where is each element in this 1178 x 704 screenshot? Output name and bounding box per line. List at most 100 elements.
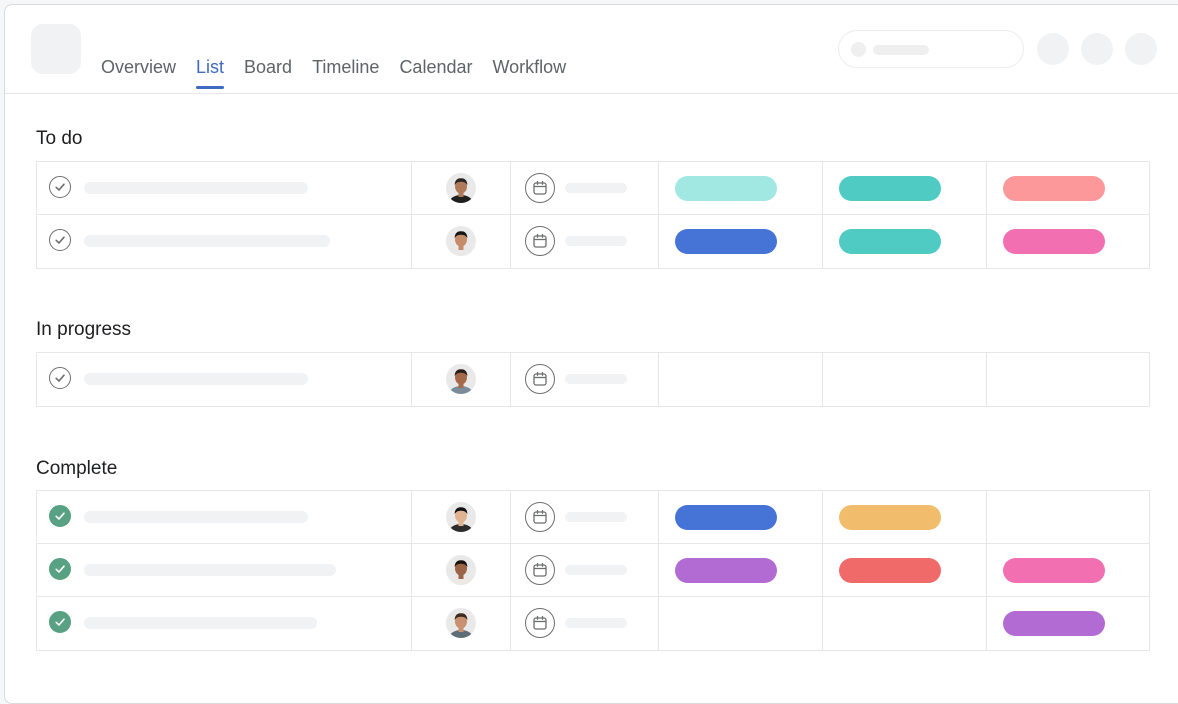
calendar-icon[interactable] — [525, 364, 555, 394]
tab-board[interactable]: Board — [244, 57, 292, 86]
tab-calendar[interactable]: Calendar — [399, 57, 472, 86]
avatar-woman-dark-hair — [446, 226, 476, 256]
tag-pill[interactable] — [839, 558, 941, 583]
tag-pill[interactable] — [1003, 558, 1105, 583]
tab-list[interactable]: List — [196, 57, 225, 89]
tag-cell[interactable] — [986, 544, 1150, 596]
due-date-cell[interactable] — [510, 597, 659, 650]
complete-check-icon[interactable] — [49, 229, 71, 251]
tag-pill[interactable] — [1003, 229, 1105, 254]
header-button-3[interactable] — [1125, 33, 1157, 65]
tag-cell[interactable] — [986, 162, 1150, 214]
calendar-icon[interactable] — [525, 555, 555, 585]
tag-cell[interactable] — [822, 215, 986, 268]
complete-check-icon[interactable] — [49, 505, 71, 527]
tag-cell[interactable] — [822, 491, 986, 543]
due-date-placeholder — [565, 512, 627, 522]
task-name-placeholder[interactable] — [84, 182, 308, 194]
due-date-placeholder — [565, 565, 627, 575]
task-name-placeholder[interactable] — [84, 564, 336, 576]
tag-pill[interactable] — [839, 176, 941, 201]
section-table-to-do — [36, 161, 1150, 269]
task-row[interactable] — [37, 597, 1149, 650]
tag-cell[interactable] — [822, 597, 986, 650]
project-header: Overview List Board Timeline Calendar Wo… — [5, 5, 1178, 94]
calendar-icon[interactable] — [525, 608, 555, 638]
task-name-placeholder[interactable] — [84, 511, 308, 523]
task-name-placeholder[interactable] — [84, 617, 317, 629]
calendar-icon[interactable] — [525, 173, 555, 203]
task-row[interactable] — [37, 215, 1149, 268]
section-title-to-do: To do — [36, 128, 83, 149]
assignee-cell[interactable] — [411, 597, 510, 650]
tag-cell[interactable] — [986, 597, 1150, 650]
task-name-placeholder[interactable] — [84, 235, 330, 247]
calendar-icon[interactable] — [525, 502, 555, 532]
avatar-woman-short-hair — [446, 502, 476, 532]
search-input[interactable] — [838, 30, 1024, 68]
tag-cell[interactable] — [986, 491, 1150, 543]
complete-check-icon[interactable] — [49, 176, 71, 198]
tag-pill[interactable] — [839, 505, 941, 530]
tag-cell[interactable] — [822, 162, 986, 214]
header-button-1[interactable] — [1037, 33, 1069, 65]
due-date-placeholder — [565, 618, 627, 628]
due-date-placeholder — [565, 183, 627, 193]
due-date-cell[interactable] — [510, 544, 659, 596]
task-row[interactable] — [37, 353, 1149, 406]
complete-check-icon[interactable] — [49, 367, 71, 389]
tag-cell[interactable] — [658, 544, 822, 596]
avatar-woman-long-hair — [446, 555, 476, 585]
complete-check-icon[interactable] — [49, 611, 71, 633]
tag-cell[interactable] — [822, 544, 986, 596]
avatar-man-glasses — [446, 608, 476, 638]
tag-pill[interactable] — [675, 558, 777, 583]
tag-pill[interactable] — [675, 505, 777, 530]
tag-cell[interactable] — [822, 353, 986, 406]
tag-cell[interactable] — [658, 491, 822, 543]
search-icon — [851, 42, 866, 57]
assignee-cell[interactable] — [411, 491, 510, 543]
section-table-in-progress — [36, 352, 1150, 407]
tag-cell[interactable] — [986, 215, 1150, 268]
assignee-cell[interactable] — [411, 544, 510, 596]
tag-pill[interactable] — [839, 229, 941, 254]
due-date-cell[interactable] — [510, 353, 659, 406]
header-button-2[interactable] — [1081, 33, 1113, 65]
assignee-cell[interactable] — [411, 162, 510, 214]
section-title-complete: Complete — [36, 458, 118, 479]
tab-workflow[interactable]: Workflow — [492, 57, 566, 86]
task-row[interactable] — [37, 491, 1149, 544]
tag-cell[interactable] — [986, 353, 1150, 406]
tab-overview[interactable]: Overview — [101, 57, 176, 86]
tag-cell[interactable] — [658, 215, 822, 268]
calendar-icon[interactable] — [525, 226, 555, 256]
assignee-cell[interactable] — [411, 353, 510, 406]
tag-cell[interactable] — [658, 597, 822, 650]
section-title-in-progress: In progress — [36, 319, 132, 340]
due-date-cell[interactable] — [510, 491, 659, 543]
avatar-man-smiling — [446, 364, 476, 394]
tab-timeline[interactable]: Timeline — [312, 57, 379, 86]
avatar-man-beard — [446, 173, 476, 203]
complete-check-icon[interactable] — [49, 558, 71, 580]
tag-pill[interactable] — [1003, 611, 1105, 636]
project-icon[interactable] — [31, 24, 81, 74]
view-tabs: Overview List Board Timeline Calendar Wo… — [101, 57, 586, 89]
app-window: Overview List Board Timeline Calendar Wo… — [4, 4, 1178, 704]
task-row[interactable] — [37, 162, 1149, 215]
tag-pill[interactable] — [675, 229, 777, 254]
due-date-cell[interactable] — [510, 215, 659, 268]
tag-cell[interactable] — [658, 353, 822, 406]
task-row[interactable] — [37, 544, 1149, 597]
section-table-complete — [36, 490, 1150, 651]
search-placeholder — [873, 45, 929, 55]
assignee-cell[interactable] — [411, 215, 510, 268]
due-date-placeholder — [565, 374, 627, 384]
tag-pill[interactable] — [675, 176, 777, 201]
due-date-cell[interactable] — [510, 162, 659, 214]
tag-cell[interactable] — [658, 162, 822, 214]
task-name-placeholder[interactable] — [84, 373, 308, 385]
due-date-placeholder — [565, 236, 627, 246]
tag-pill[interactable] — [1003, 176, 1105, 201]
